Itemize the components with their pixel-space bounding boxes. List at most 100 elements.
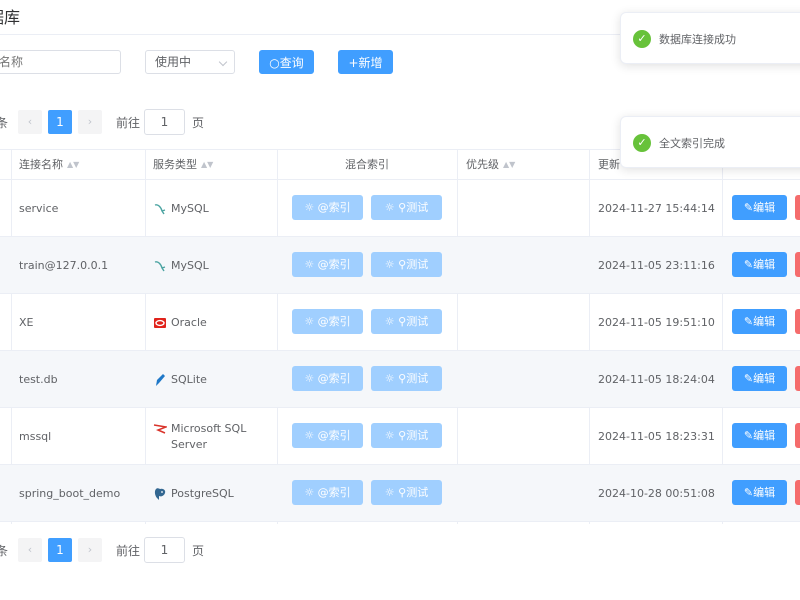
delete-button[interactable]	[795, 423, 800, 448]
delete-button[interactable]	[795, 366, 800, 391]
service-type: PostgreSQL	[153, 465, 278, 522]
delete-button[interactable]	[795, 480, 800, 505]
add-button-label: 新增	[358, 56, 383, 70]
query-button[interactable]: ○查询	[259, 50, 314, 74]
postgresql-elephant-icon	[154, 487, 166, 500]
delete-button[interactable]	[795, 195, 800, 220]
mysql-dolphin-icon	[154, 203, 166, 214]
test-button[interactable]: ☼ ⚲测试	[371, 195, 442, 220]
sql-server-icon	[153, 424, 167, 434]
delete-button[interactable]	[795, 309, 800, 334]
header-updated[interactable]: 更新	[590, 150, 620, 180]
goto-label: 前往	[116, 116, 141, 130]
edit-button[interactable]: ✎编辑	[732, 252, 787, 277]
prev-page-button[interactable]: ‹	[18, 538, 42, 562]
goto-page-input[interactable]: 1	[144, 109, 185, 135]
edit-button[interactable]: ✎编辑	[732, 309, 787, 334]
test-button-label: 测试	[406, 372, 429, 385]
goto-label: 前往	[116, 544, 141, 558]
edit-button[interactable]: ✎编辑	[732, 195, 787, 220]
status-select-value: 使用中	[155, 55, 192, 69]
delete-button[interactable]	[795, 252, 800, 277]
service-type-label: SQLite	[171, 372, 207, 386]
page-number-current[interactable]: 1	[48, 110, 72, 134]
check-circle-icon: ✓	[633, 134, 651, 152]
header-priority-label: 优先级	[466, 158, 499, 171]
table-row: test.db SQLite ☼ @索引 ☼ ⚲测试 2024-11-05 18…	[0, 351, 800, 408]
index-button-label: 索引	[328, 315, 351, 328]
edit-button-label: 编辑	[753, 429, 776, 442]
updated-time: 2024-11-05 18:24:04	[598, 373, 715, 386]
header-type[interactable]: 服务类型 ▲▼	[145, 150, 213, 180]
test-button-label: 测试	[406, 258, 429, 271]
page-number-current[interactable]: 1	[48, 538, 72, 562]
table-row: service MySQL ☼ @索引 ☼ ⚲测试 2024-11-27 15:…	[0, 180, 800, 237]
chevron-right-icon: ›	[87, 543, 93, 556]
service-type: SQLite	[153, 351, 278, 408]
plus-icon: +	[348, 56, 359, 70]
edit-icon: ✎	[743, 429, 754, 442]
header-hybrid-index-label: 混合索引	[345, 158, 389, 171]
edit-button[interactable]: ✎编辑	[732, 480, 787, 505]
updated-time: 2024-11-05 19:51:10	[598, 316, 715, 329]
edit-button[interactable]: ✎编辑	[732, 423, 787, 448]
test-button[interactable]: ☼ ⚲测试	[371, 423, 442, 448]
service-type: Oracle	[153, 294, 278, 351]
header-priority[interactable]: 优先级 ▲▼	[458, 150, 515, 180]
sort-icon[interactable]: ▲▼	[67, 150, 79, 180]
add-button[interactable]: +新增	[338, 50, 393, 74]
index-button-label: 索引	[328, 201, 351, 214]
prev-page-button[interactable]: ‹	[18, 110, 42, 134]
service-type-label: MySQL	[171, 201, 209, 215]
edit-button[interactable]: ✎编辑	[732, 366, 787, 391]
table-row: train@127.0.0.1 MySQL ☼ @索引 ☼ ⚲测试 2024-1…	[0, 237, 800, 294]
toast-notification: ✓ 数据库连接成功	[620, 12, 800, 64]
service-type-label: MySQL	[171, 258, 209, 272]
updated-time: 2024-11-27 15:44:14	[598, 202, 715, 215]
edit-button-label: 编辑	[753, 258, 776, 271]
index-button-label: 索引	[328, 429, 351, 442]
index-button[interactable]: ☼ @索引	[292, 252, 363, 277]
test-button-label: 测试	[406, 429, 429, 442]
total-count-text: 条	[0, 116, 9, 130]
status-select[interactable]: 使用中	[145, 50, 235, 74]
index-button[interactable]: ☼ @索引	[292, 423, 363, 448]
edit-button-label: 编辑	[753, 486, 776, 499]
service-type-label: PostgreSQL	[171, 486, 234, 500]
connection-name: XE	[19, 316, 34, 329]
pagination-top: 条 ‹ 1 › 前往 1 页	[0, 109, 300, 135]
updated-time: 2024-11-05 23:11:16	[598, 259, 715, 272]
header-type-label: 服务类型	[153, 158, 197, 171]
table-row: XE Oracle ☼ @索引 ☼ ⚲测试 2024-11-05 19:51:1…	[0, 294, 800, 351]
sort-icon[interactable]: ▲▼	[201, 150, 213, 180]
test-button[interactable]: ☼ ⚲测试	[371, 252, 442, 277]
chevron-left-icon: ‹	[27, 115, 33, 128]
connection-name: mssql	[19, 430, 52, 443]
check-circle-icon: ✓	[633, 30, 651, 48]
test-button-label: 测试	[406, 201, 429, 214]
index-button[interactable]: ☼ @索引	[292, 480, 363, 505]
test-button[interactable]: ☼ ⚲测试	[371, 366, 442, 391]
connection-name: spring_boot_demo	[19, 487, 121, 500]
edit-icon: ✎	[743, 201, 754, 214]
test-button[interactable]: ☼ ⚲测试	[371, 480, 442, 505]
edit-icon: ✎	[743, 486, 754, 499]
header-name[interactable]: 连接名称 ▲▼	[11, 150, 79, 180]
index-button[interactable]: ☼ @索引	[292, 366, 363, 391]
updated-time: 2024-11-05 18:23:31	[598, 430, 715, 443]
name-search-input[interactable]	[0, 50, 121, 74]
goto-page-input[interactable]: 1	[144, 537, 185, 563]
index-button-label: 索引	[328, 372, 351, 385]
index-button[interactable]: ☼ @索引	[292, 309, 363, 334]
connection-name: train@127.0.0.1	[19, 259, 109, 272]
test-button[interactable]: ☼ ⚲测试	[371, 309, 442, 334]
next-page-button[interactable]: ›	[78, 110, 102, 134]
next-page-button[interactable]: ›	[78, 538, 102, 562]
index-button[interactable]: ☼ @索引	[292, 195, 363, 220]
sort-icon[interactable]: ▲▼	[503, 150, 515, 180]
edit-button-label: 编辑	[753, 315, 776, 328]
query-button-label: 查询	[279, 56, 304, 70]
service-type-label: Oracle	[171, 315, 207, 329]
index-button-label: 索引	[328, 486, 351, 499]
edit-button-label: 编辑	[753, 201, 776, 214]
